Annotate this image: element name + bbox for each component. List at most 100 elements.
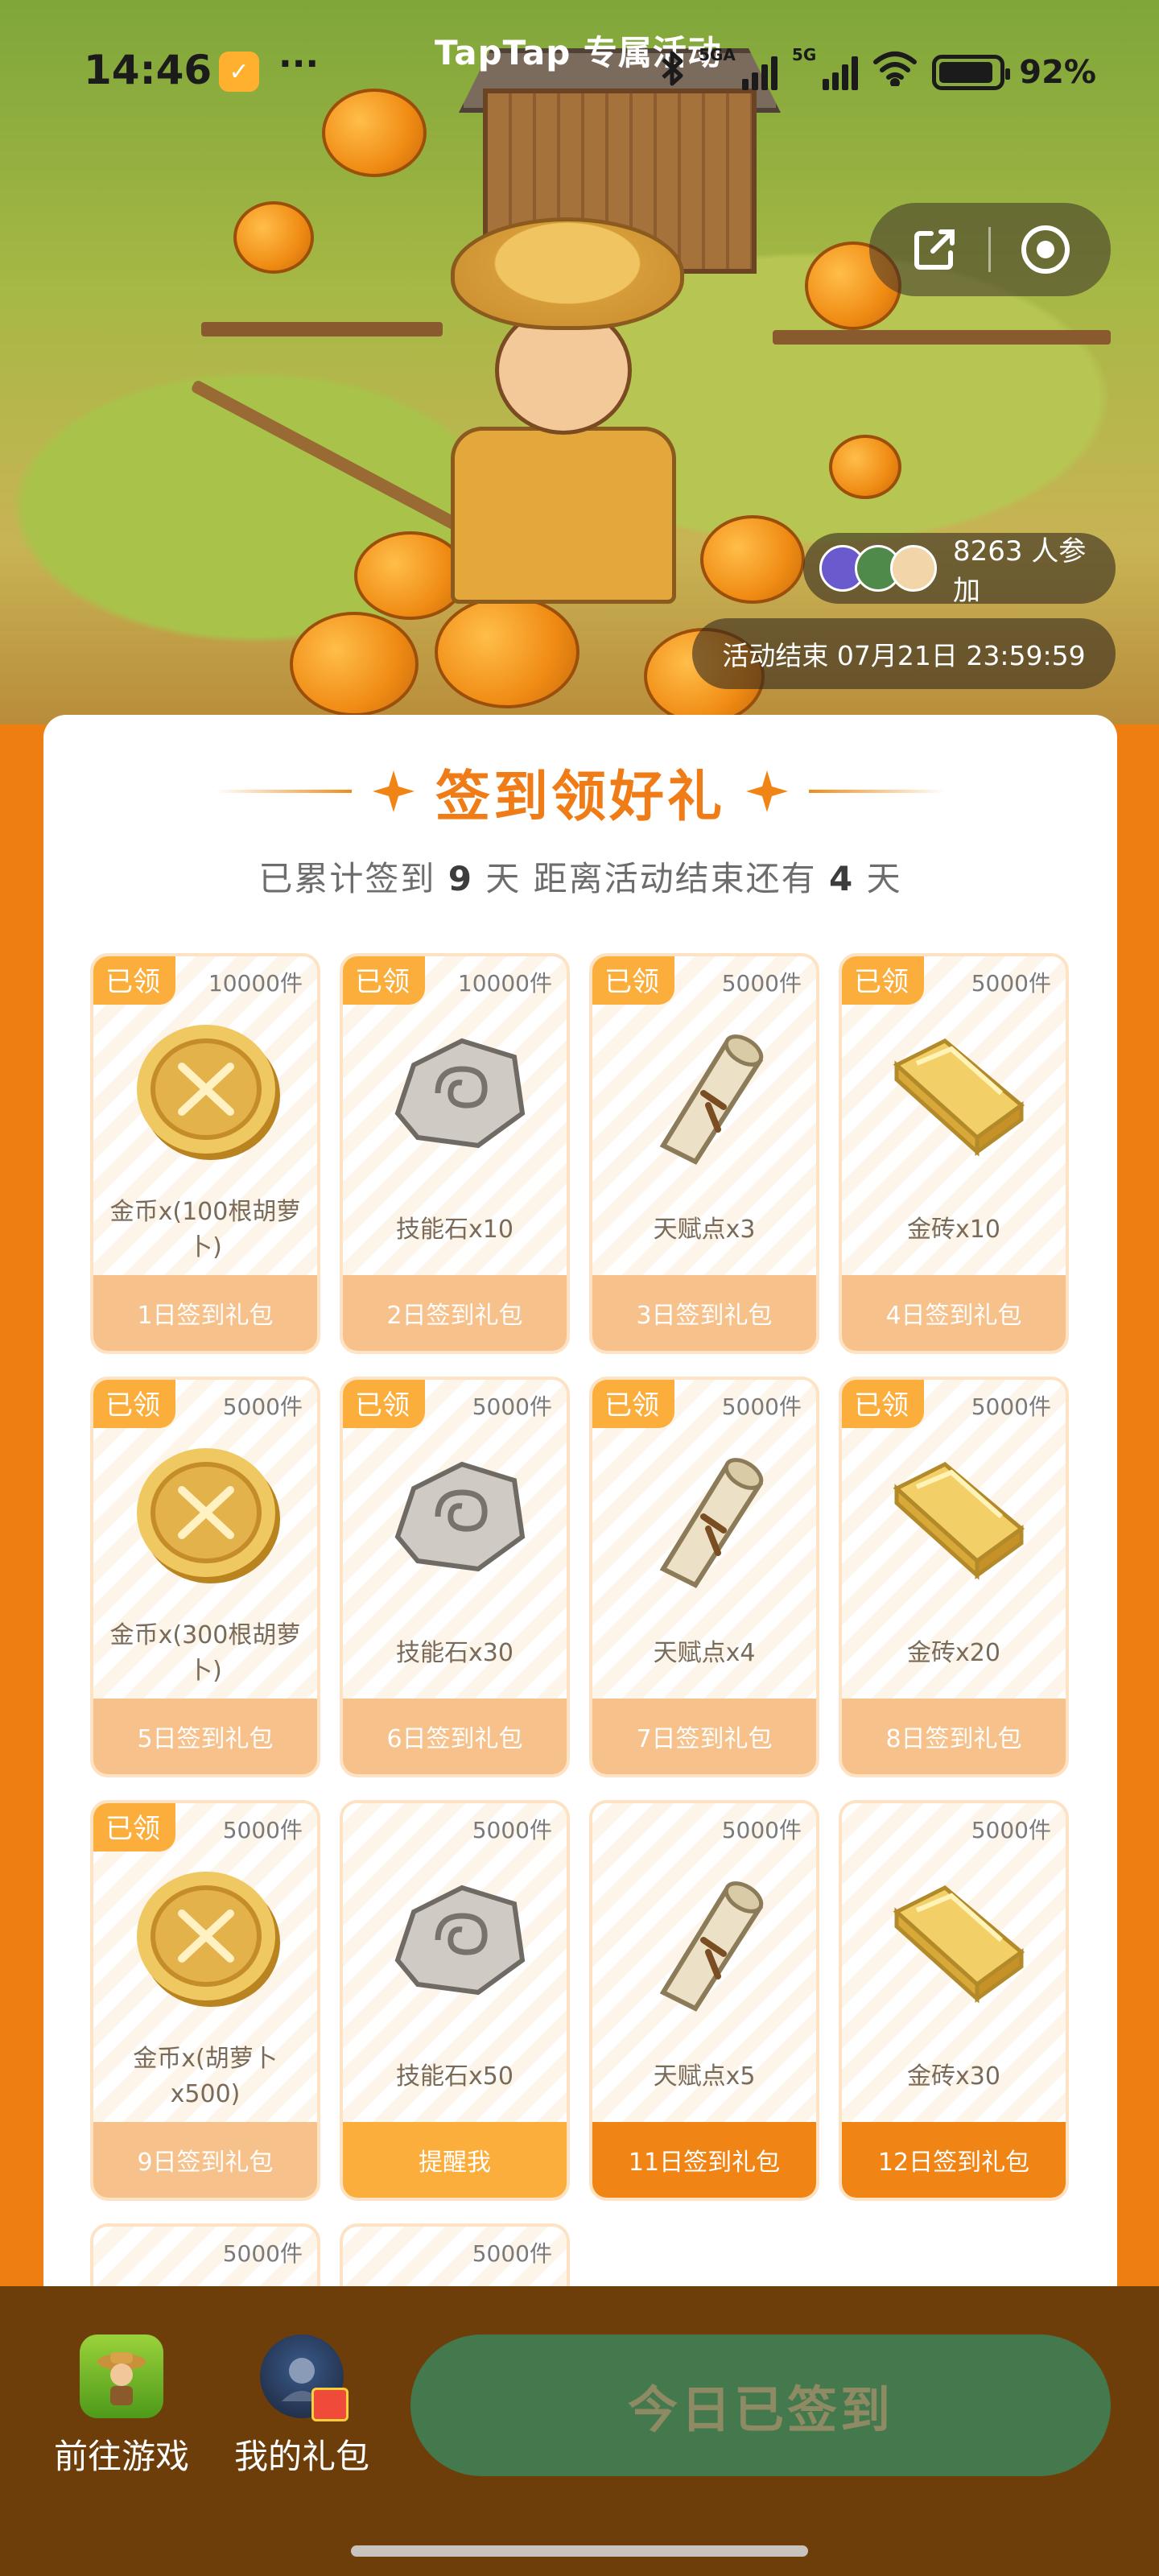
scroll-icon	[627, 1436, 788, 1597]
my-gifts-button[interactable]: 我的礼包	[217, 2334, 386, 2479]
bottom-bar: 前往游戏 我的礼包 今日已签到	[0, 2286, 1159, 2576]
claimed-badge: 已领	[343, 1380, 425, 1428]
gift-quantity: 5000件	[222, 1817, 303, 1843]
claimed-badge: 已领	[592, 1380, 674, 1428]
gift-name: 天赋点x3	[653, 1216, 756, 1244]
summary-suffix: 天	[854, 859, 902, 898]
status-time: 14:46	[84, 47, 212, 93]
network-label-5g: 5G	[791, 45, 817, 64]
gift-card[interactable]: 5000件金砖x30 12日签到礼包	[839, 1800, 1069, 2201]
gift-quantity: 5000件	[222, 2240, 303, 2267]
gift-card[interactable]: 5000件 天赋点x5 11日签到礼包	[589, 1800, 819, 2201]
title-divider-right	[809, 790, 946, 793]
hero-banner: 8263 人参加 活动结束 07月21日 23:59:59	[0, 0, 1159, 724]
gift-grid: 已领 10000件 金币x(100根胡萝卜) 1日签到礼包 已领 10000件 技能石x10…	[90, 953, 1070, 2312]
coin-icon	[128, 1013, 289, 1174]
my-gifts-label: 我的礼包	[233, 2437, 369, 2476]
pumpkin	[700, 515, 805, 604]
gift-name: 天赋点x4	[653, 1639, 756, 1667]
pumpkin	[322, 89, 427, 177]
claimed-gift-button[interactable]: 9日签到礼包	[93, 2122, 317, 2198]
gift-quantity: 5000件	[472, 1817, 552, 1843]
gift-name: 金币x(100根胡萝卜)	[109, 1198, 301, 1261]
more-notifications-icon: ···	[278, 43, 320, 85]
gift-quantity: 5000件	[971, 970, 1051, 997]
gift-quantity: 10000件	[208, 970, 303, 997]
participants-count: 8263 人参加	[953, 535, 1087, 607]
summary-mid: 天 距离活动结束还有	[472, 859, 830, 898]
coin-icon	[128, 1860, 289, 2021]
claimed-badge: 已领	[842, 1380, 924, 1428]
claimed-badge: 已领	[93, 1803, 175, 1852]
gift-card[interactable]: 已领 5000件 金币x(胡萝卜x500) 9日签到礼包	[90, 1800, 320, 2201]
gift-card[interactable]: 5000件 技能石x50 提醒我	[340, 1800, 570, 2201]
sparkle-icon	[372, 770, 415, 812]
gift-card[interactable]: 已领 5000件天赋点x4 7日签到礼包	[589, 1377, 819, 1777]
gift-card[interactable]: 已领 5000件金砖x10 4日签到礼包	[839, 953, 1069, 1354]
coin-icon	[128, 1436, 289, 1597]
claimed-gift-button[interactable]: 3日签到礼包	[592, 1275, 816, 1351]
fence	[201, 322, 443, 336]
claimed-badge: 已领	[343, 956, 425, 1005]
activity-end-time: 活动结束 07月21日 23:59:59	[692, 618, 1116, 689]
gift-package-button[interactable]: 12日签到礼包	[842, 2122, 1066, 2198]
gift-quantity: 5000件	[721, 1393, 802, 1420]
wifi-icon	[872, 51, 918, 94]
signed-today-button[interactable]: 今日已签到	[410, 2334, 1111, 2476]
pumpkin	[354, 531, 467, 620]
battery-percent: 92%	[1019, 54, 1096, 91]
gift-quantity: 5000件	[721, 970, 802, 997]
pumpkin	[233, 201, 314, 274]
signal-icon	[741, 55, 777, 90]
participant-avatars	[819, 545, 937, 592]
claimed-gift-button[interactable]: 1日签到礼包	[93, 1275, 317, 1351]
pumpkin	[829, 435, 901, 499]
share-icon[interactable]	[906, 221, 963, 278]
action-separator	[988, 227, 992, 272]
gift-card[interactable]: 已领 5000件天赋点x3 3日签到礼包	[589, 953, 819, 1354]
claimed-gift-button[interactable]: 7日签到礼包	[592, 1699, 816, 1774]
gift-name: 金币x(300根胡萝卜)	[109, 1621, 301, 1685]
game-icon	[80, 2334, 163, 2418]
gift-name: 技能石x10	[396, 1216, 514, 1244]
summary-prefix: 已累计签到	[258, 859, 448, 898]
gift-card[interactable]: 已领 10000件 金币x(100根胡萝卜) 1日签到礼包	[90, 953, 320, 1354]
home-indicator[interactable]	[351, 2545, 808, 2557]
claimed-gift-button[interactable]: 5日签到礼包	[93, 1699, 317, 1774]
claimed-gift-button[interactable]: 8日签到礼包	[842, 1699, 1066, 1774]
status-bar: 14:46 ✓ ··· TapTap 专属活动 5GA 5G 92%	[0, 0, 1159, 93]
remind-me-button[interactable]: 提醒我	[343, 2122, 567, 2198]
gift-card[interactable]: 已领 5000件 金砖x20 8日签到礼包	[839, 1377, 1069, 1777]
checkin-card: 签到领好礼 已累计签到 9 天 距离活动结束还有 4 天 已领 10000件 金币x…	[43, 715, 1117, 2325]
claimed-gift-button[interactable]: 6日签到礼包	[343, 1699, 567, 1774]
claimed-badge: 已领	[842, 956, 924, 1005]
notification-app-icon: ✓	[219, 52, 259, 92]
battery-icon	[932, 55, 1011, 90]
claimed-badge: 已领	[592, 956, 674, 1005]
hero-action-pill	[869, 203, 1111, 296]
gift-card[interactable]: 已领 5000件 金币x(300根胡萝卜) 5日签到礼包	[90, 1377, 320, 1777]
avatar	[890, 545, 937, 592]
title-divider-left	[214, 790, 352, 793]
sparkle-icon	[746, 770, 788, 812]
go-to-game-button[interactable]: 前往游戏	[37, 2334, 206, 2479]
gift-box-icon	[311, 2388, 349, 2421]
gift-card[interactable]: 已领 10000件 技能石x10 2日签到礼包	[340, 953, 570, 1354]
scroll-icon	[627, 1860, 788, 2021]
stone-icon	[377, 1013, 538, 1174]
gold-bar-icon	[876, 1013, 1037, 1174]
stone-icon	[377, 1860, 538, 2021]
gift-quantity: 5000件	[971, 1817, 1051, 1843]
gift-quantity: 5000件	[971, 1393, 1051, 1420]
gift-name: 金砖x10	[907, 1216, 1000, 1244]
gold-bar-icon	[876, 1436, 1037, 1597]
status-icons: 5GA 5G 92%	[660, 45, 1096, 95]
gift-package-button[interactable]: 11日签到礼包	[592, 2122, 816, 2198]
gift-card[interactable]: 已领 5000件 技能石x30 6日签到礼包	[340, 1377, 570, 1777]
participants-badge: 8263 人参加	[803, 533, 1116, 607]
target-icon[interactable]	[1017, 221, 1074, 278]
claimed-gift-button[interactable]: 4日签到礼包	[842, 1275, 1066, 1351]
gift-quantity: 5000件	[721, 1817, 802, 1843]
claimed-gift-button[interactable]: 2日签到礼包	[343, 1275, 567, 1351]
gift-name: 金砖x30	[907, 2062, 1000, 2091]
